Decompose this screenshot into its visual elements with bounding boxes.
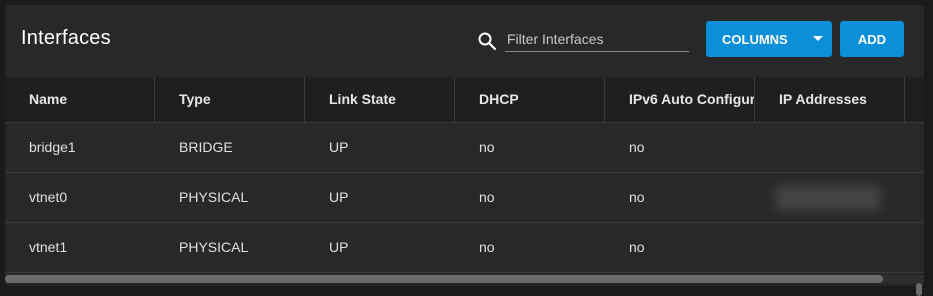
table-row[interactable]: bridge1 BRIDGE UP no no <box>5 123 924 173</box>
column-header-link-state[interactable]: Link State <box>305 77 455 122</box>
interfaces-card: Interfaces COLUMNS ADD Name Type Link St… <box>5 5 924 286</box>
filter-interfaces-input[interactable] <box>505 27 689 52</box>
cell-type: PHYSICAL <box>179 239 249 255</box>
cell-name: vtnet0 <box>29 189 68 205</box>
columns-button-label: COLUMNS <box>722 31 788 47</box>
add-button-label: ADD <box>857 31 887 47</box>
horizontal-scrollbar-thumb[interactable] <box>5 275 883 283</box>
cell-name: vtnet1 <box>29 239 68 255</box>
column-header-dhcp[interactable]: DHCP <box>455 77 605 122</box>
cell-name: bridge1 <box>29 139 76 155</box>
table-row[interactable]: vtnet1 PHYSICAL UP no no <box>5 223 924 273</box>
columns-button[interactable]: COLUMNS <box>706 21 832 57</box>
table-header-row: Name Type Link State DHCP IPv6 Auto Conf… <box>5 77 924 123</box>
column-header-name[interactable]: Name <box>5 77 155 122</box>
chevron-down-icon[interactable] <box>813 36 823 41</box>
column-header-ip-addresses[interactable]: IP Addresses <box>755 77 905 122</box>
horizontal-scrollbar[interactable] <box>5 275 924 283</box>
cell-type: BRIDGE <box>179 139 233 155</box>
cell-dhcp: no <box>479 139 495 155</box>
table-row[interactable]: vtnet0 PHYSICAL UP no no <box>5 173 924 223</box>
cell-link-state: UP <box>329 189 349 205</box>
redacted-ip-address <box>775 185 881 211</box>
cell-ipv6: no <box>629 189 645 205</box>
column-header-ipv6-auto-configure[interactable]: IPv6 Auto Configure <box>605 77 755 122</box>
cell-dhcp: no <box>479 189 495 205</box>
card-header: Interfaces COLUMNS ADD <box>5 5 924 77</box>
cell-type: PHYSICAL <box>179 189 249 205</box>
cell-dhcp: no <box>479 239 495 255</box>
cell-ipv6: no <box>629 139 645 155</box>
search-icon <box>478 32 497 51</box>
cell-link-state: UP <box>329 239 349 255</box>
vertical-scrollbar-thumb[interactable] <box>916 283 922 296</box>
cell-ipv6: no <box>629 239 645 255</box>
cell-link-state: UP <box>329 139 349 155</box>
page-title: Interfaces <box>21 27 111 49</box>
add-button[interactable]: ADD <box>840 21 904 57</box>
column-header-type[interactable]: Type <box>155 77 305 122</box>
